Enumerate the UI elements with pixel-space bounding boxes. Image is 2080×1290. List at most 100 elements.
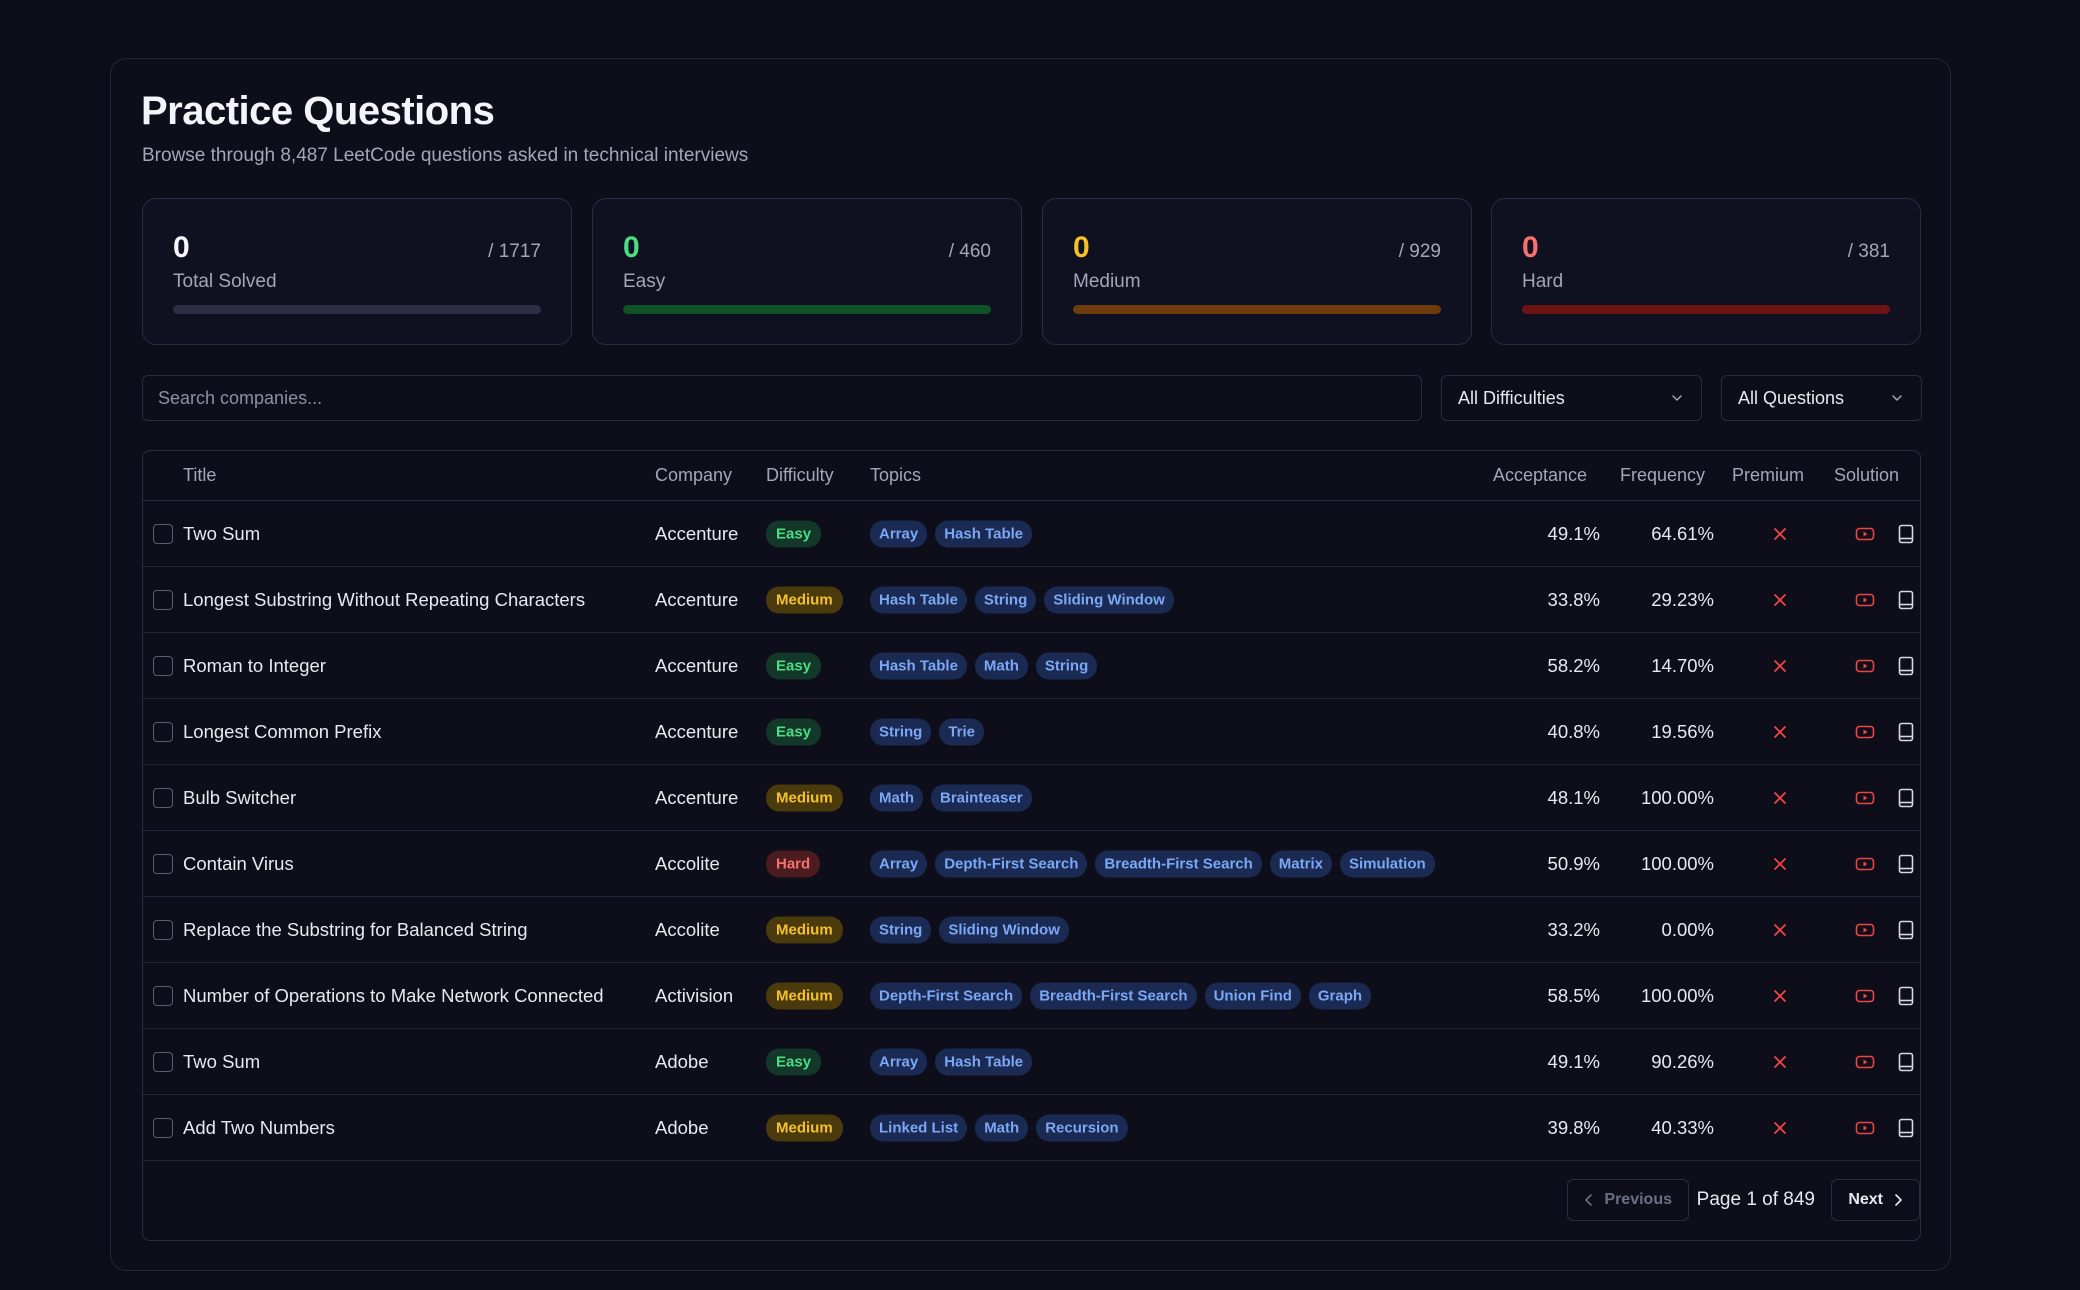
stat-label: Medium bbox=[1073, 271, 1141, 292]
table-row[interactable]: Longest Common Prefix Accenture Easy Str… bbox=[143, 699, 1920, 765]
topic-tags: Depth-First Search Breadth-First Search Un… bbox=[870, 982, 1372, 1009]
table-row[interactable]: Roman to Integer Accenture Easy Hash Tab… bbox=[143, 633, 1920, 699]
video-solution-link[interactable] bbox=[1855, 1054, 1875, 1070]
solved-checkbox[interactable] bbox=[153, 985, 173, 1006]
question-title[interactable]: Bulb Switcher bbox=[183, 787, 296, 809]
difficulty-select[interactable]: All Difficulties bbox=[1441, 375, 1702, 421]
question-title[interactable]: Two Sum bbox=[183, 523, 260, 545]
book-icon bbox=[1898, 1118, 1914, 1137]
video-solution-link[interactable] bbox=[1855, 592, 1875, 608]
table-row[interactable]: Add Two Numbers Adobe Medium Linked List… bbox=[143, 1095, 1920, 1161]
topic-tag[interactable]: Trie bbox=[939, 718, 985, 745]
frequency-value: 19.56% bbox=[1651, 720, 1714, 742]
solution-link[interactable] bbox=[1897, 524, 1915, 544]
solved-checkbox[interactable] bbox=[153, 919, 173, 940]
solved-checkbox[interactable] bbox=[153, 853, 173, 874]
topic-tag[interactable]: Sliding Window bbox=[939, 916, 1069, 943]
search-companies-input[interactable] bbox=[142, 375, 1422, 421]
video-solution-link[interactable] bbox=[1855, 526, 1875, 542]
video-solution-link[interactable] bbox=[1855, 724, 1875, 740]
solution-link[interactable] bbox=[1897, 722, 1915, 742]
solution-link[interactable] bbox=[1897, 590, 1915, 610]
table-row[interactable]: Longest Substring Without Repeating Char… bbox=[143, 567, 1920, 633]
topic-tag[interactable]: String bbox=[870, 916, 932, 943]
column-header-company[interactable]: Company bbox=[655, 465, 732, 486]
column-header-title[interactable]: Title bbox=[183, 465, 216, 486]
solved-checkbox[interactable] bbox=[153, 589, 173, 610]
topic-tag[interactable]: Math bbox=[974, 652, 1028, 679]
page-info: Page 1 of 849 bbox=[1696, 1189, 1815, 1210]
frequency-value: 90.26% bbox=[1651, 1050, 1714, 1072]
column-header-acceptance[interactable]: Acceptance bbox=[1493, 465, 1587, 486]
youtube-icon bbox=[1855, 989, 1875, 1002]
solution-link[interactable] bbox=[1897, 1052, 1915, 1072]
topic-tag[interactable]: Breadth-First Search bbox=[1095, 850, 1262, 877]
solved-checkbox[interactable] bbox=[153, 1117, 173, 1138]
solved-checkbox[interactable] bbox=[153, 1051, 173, 1072]
topic-tag[interactable]: Graph bbox=[1308, 982, 1372, 1009]
video-solution-link[interactable] bbox=[1855, 658, 1875, 674]
video-solution-link[interactable] bbox=[1855, 1120, 1875, 1136]
solution-link[interactable] bbox=[1897, 920, 1915, 940]
solved-checkbox[interactable] bbox=[153, 523, 173, 544]
solved-checkbox[interactable] bbox=[153, 721, 173, 742]
solved-checkbox[interactable] bbox=[153, 655, 173, 676]
topic-tag[interactable]: Hash Table bbox=[935, 1048, 1033, 1075]
question-title[interactable]: Replace the Substring for Balanced Strin… bbox=[183, 919, 528, 941]
topic-tag[interactable]: Sliding Window bbox=[1044, 586, 1174, 613]
table-row[interactable]: Number of Operations to Make Network Con… bbox=[143, 963, 1920, 1029]
video-solution-link[interactable] bbox=[1855, 856, 1875, 872]
question-title[interactable]: Roman to Integer bbox=[183, 655, 326, 677]
stat-total: / 929 bbox=[1398, 241, 1441, 262]
topic-tag[interactable]: String bbox=[974, 586, 1037, 613]
topic-tag[interactable]: Math bbox=[870, 784, 923, 811]
premium-indicator bbox=[1773, 989, 1787, 1003]
video-solution-link[interactable] bbox=[1855, 922, 1875, 938]
topic-tag[interactable]: Simulation bbox=[1339, 850, 1435, 877]
topic-tag[interactable]: Array bbox=[870, 1048, 928, 1075]
column-header-difficulty[interactable]: Difficulty bbox=[766, 465, 834, 486]
solution-link[interactable] bbox=[1897, 788, 1915, 808]
stat-value: 0 bbox=[623, 231, 640, 264]
topic-tag[interactable]: Matrix bbox=[1269, 850, 1332, 877]
next-button[interactable]: Next bbox=[1831, 1179, 1920, 1221]
question-title[interactable]: Longest Substring Without Repeating Char… bbox=[183, 589, 585, 611]
solution-link[interactable] bbox=[1897, 1118, 1915, 1138]
solution-link[interactable] bbox=[1897, 986, 1915, 1006]
solution-link[interactable] bbox=[1897, 656, 1915, 676]
topic-tag[interactable]: Recursion bbox=[1036, 1114, 1128, 1141]
solved-checkbox[interactable] bbox=[153, 787, 173, 808]
topic-tag[interactable]: Depth-First Search bbox=[935, 850, 1088, 877]
table-row[interactable]: Bulb Switcher Accenture Medium Math Brain… bbox=[143, 765, 1920, 831]
column-header-frequency[interactable]: Frequency bbox=[1620, 465, 1705, 486]
chevron-left-icon bbox=[1585, 1194, 1593, 1206]
topic-tag[interactable]: Array bbox=[870, 520, 928, 547]
topic-tag[interactable]: Hash Table bbox=[935, 520, 1033, 547]
question-title[interactable]: Contain Virus bbox=[183, 853, 294, 875]
question-title[interactable]: Number of Operations to Make Network Con… bbox=[183, 985, 604, 1007]
previous-button[interactable]: Previous bbox=[1567, 1179, 1689, 1221]
table-row[interactable]: Two Sum Accenture Easy Array Hash Table 4… bbox=[143, 501, 1920, 567]
topic-tag[interactable]: Math bbox=[975, 1114, 1029, 1141]
topic-tag[interactable]: Brainteaser bbox=[931, 784, 1032, 811]
video-solution-link[interactable] bbox=[1855, 988, 1875, 1004]
table-row[interactable]: Contain Virus Accolite Hard Array Depth-F… bbox=[143, 831, 1920, 897]
topic-tag[interactable]: Linked List bbox=[870, 1114, 968, 1141]
difficulty-badge: Easy bbox=[766, 520, 822, 547]
topic-tag[interactable]: String bbox=[870, 718, 932, 745]
topic-tag[interactable]: Hash Table bbox=[870, 586, 967, 613]
table-row[interactable]: Replace the Substring for Balanced Strin… bbox=[143, 897, 1920, 963]
questions-select[interactable]: All Questions bbox=[1721, 375, 1922, 421]
topic-tag[interactable]: String bbox=[1035, 652, 1098, 679]
video-solution-link[interactable] bbox=[1855, 790, 1875, 806]
topic-tag[interactable]: Array bbox=[870, 850, 928, 877]
topic-tag[interactable]: Hash Table bbox=[870, 652, 967, 679]
question-title[interactable]: Add Two Numbers bbox=[183, 1117, 335, 1139]
topic-tag[interactable]: Breadth-First Search bbox=[1030, 982, 1197, 1009]
solution-link[interactable] bbox=[1897, 854, 1915, 874]
topic-tag[interactable]: Union Find bbox=[1204, 982, 1301, 1009]
table-row[interactable]: Two Sum Adobe Easy Array Hash Table 49.1%… bbox=[143, 1029, 1920, 1095]
question-title[interactable]: Longest Common Prefix bbox=[183, 721, 381, 743]
question-title[interactable]: Two Sum bbox=[183, 1051, 260, 1073]
topic-tag[interactable]: Depth-First Search bbox=[870, 982, 1023, 1009]
